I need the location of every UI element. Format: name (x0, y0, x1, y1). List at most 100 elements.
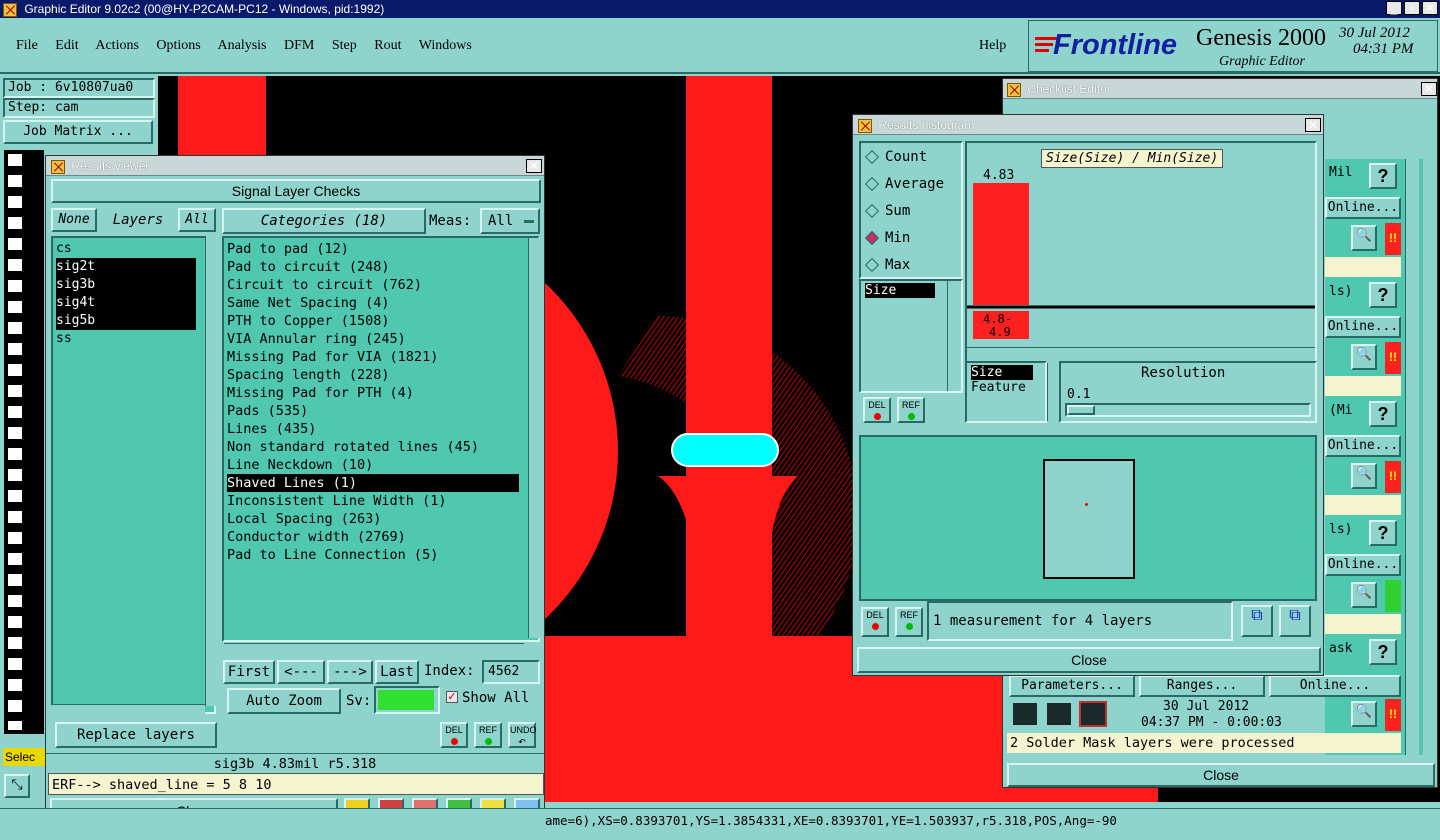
resolution-slider[interactable] (1065, 403, 1311, 417)
category-item[interactable]: Lines (435) (227, 420, 538, 438)
menu-edit[interactable]: Edit (55, 38, 78, 53)
menu-file[interactable]: File (16, 38, 38, 53)
online-button[interactable]: Online... (1325, 435, 1401, 457)
hist-ref-button[interactable]: REF (897, 397, 925, 423)
histogram-hscrollbar[interactable] (967, 347, 1315, 359)
axis-list[interactable]: Size Feature (965, 361, 1047, 423)
option-average[interactable]: Average (864, 176, 944, 192)
category-item[interactable]: Pad to pad (12) (227, 240, 538, 258)
index-input[interactable]: 4562 (482, 660, 540, 684)
menu-windows[interactable]: Windows (419, 38, 472, 53)
menu-help[interactable]: Help (979, 38, 1006, 54)
layers-list[interactable]: cs sig2t sig3b sig4t sig5b ss (51, 236, 216, 714)
layers-hscrollbar[interactable] (51, 704, 205, 716)
minimize-button[interactable]: _ (1386, 1, 1402, 15)
layer-item[interactable]: sig4t (56, 294, 196, 312)
checklist-close-button[interactable]: Close (1007, 763, 1435, 787)
category-item[interactable]: VIA Annular ring (245) (227, 330, 538, 348)
option-sum[interactable]: Sum (864, 203, 910, 219)
auto-zoom-dropdown[interactable]: Auto Zoom (227, 688, 341, 714)
stop-run-icon[interactable] (1079, 701, 1107, 727)
zoom-check-icon[interactable]: 🔍 (1351, 701, 1377, 727)
attribute-item[interactable]: Size (865, 283, 935, 298)
histogram-bar[interactable] (973, 183, 1029, 305)
help-button[interactable]: ? (1369, 163, 1397, 189)
menu-options[interactable]: Options (156, 38, 200, 53)
option-count[interactable]: Count (864, 149, 927, 165)
prev-button[interactable]: <--- (277, 660, 325, 684)
zoom-in-icon[interactable]: ⧉ (1241, 605, 1273, 637)
replace-layers-dropdown[interactable]: Replace layers (55, 722, 217, 748)
online-button[interactable]: Online... (1325, 197, 1401, 219)
histogram-close-button[interactable]: Close (857, 647, 1321, 673)
category-item[interactable]: Local Spacing (263) (227, 510, 538, 528)
menu-analysis[interactable]: Analysis (218, 38, 267, 53)
attribute-scrollbar[interactable] (947, 281, 959, 391)
categories-button[interactable]: Categories (18) (222, 208, 426, 234)
last-button[interactable]: Last (375, 660, 419, 684)
meas-dropdown[interactable]: All (480, 208, 540, 234)
results-viewer-close-icon[interactable]: ✕ (526, 159, 542, 173)
category-item-selected[interactable]: Shaved Lines (1) (227, 474, 519, 492)
menu-rout[interactable]: Rout (374, 38, 401, 53)
axis-item[interactable]: Size (971, 365, 1033, 380)
resolution-slider-thumb[interactable] (1067, 405, 1095, 415)
run-all-icon[interactable] (1045, 701, 1073, 727)
category-item[interactable]: Missing Pad for PTH (4) (227, 384, 538, 402)
axis-scrollbar[interactable] (1047, 363, 1059, 421)
maximize-button[interactable]: ▫ (1404, 1, 1420, 15)
zoom-check-icon[interactable]: 🔍 (1351, 225, 1377, 251)
online-button[interactable]: Online... (1269, 675, 1401, 697)
first-button[interactable]: First (223, 660, 275, 684)
zoom-out-icon[interactable]: ⧉ (1279, 605, 1311, 637)
category-item[interactable]: Pads (535) (227, 402, 538, 420)
category-item[interactable]: Inconsistent Line Width (1) (227, 492, 538, 510)
category-item[interactable]: Line Neckdown (10) (227, 456, 538, 474)
ranges-button[interactable]: Ranges... (1139, 675, 1265, 697)
ref-button[interactable]: REF (474, 722, 502, 748)
help-button[interactable]: ? (1369, 282, 1397, 308)
category-item[interactable]: PTH to Copper (1508) (227, 312, 538, 330)
help-button[interactable]: ? (1369, 401, 1397, 427)
layers-scrollbar[interactable] (205, 236, 217, 706)
preview-ref-button[interactable]: REF (895, 607, 923, 637)
categories-hscrollbar[interactable] (224, 643, 524, 655)
category-item[interactable]: Missing Pad for VIA (1821) (227, 348, 538, 366)
show-all-checkbox[interactable]: ✓ (446, 691, 458, 703)
close-button[interactable]: ✕ (1422, 1, 1438, 15)
layer-item[interactable]: sig5b (56, 312, 196, 330)
layer-item[interactable]: sig3b (56, 276, 196, 294)
hist-del-button[interactable]: DEL (863, 397, 891, 423)
categories-scrollbar[interactable] (528, 238, 540, 638)
layer-item[interactable]: sig2t (56, 258, 196, 276)
option-max[interactable]: Max (864, 257, 910, 273)
categories-list[interactable]: Pad to pad (12) Pad to circuit (248) Cir… (222, 236, 540, 642)
parameters-button[interactable]: Parameters... (1009, 675, 1135, 697)
histogram-close-icon[interactable]: ✕ (1305, 118, 1321, 132)
layer-item[interactable]: ss (56, 330, 214, 348)
online-button[interactable]: Online... (1325, 554, 1401, 576)
all-layers-button[interactable]: All (178, 208, 216, 232)
menu-step[interactable]: Step (332, 38, 357, 53)
none-button[interactable]: None (51, 208, 97, 232)
zoom-tool-icon[interactable]: ⤡ (4, 774, 30, 798)
checklist-scrollbar[interactable] (1405, 159, 1419, 755)
zoom-check-icon[interactable]: 🔍 (1351, 463, 1377, 489)
category-item[interactable]: Spacing length (228) (227, 366, 538, 384)
category-item[interactable]: Same Net Spacing (4) (227, 294, 538, 312)
axis-item[interactable]: Feature (971, 380, 1045, 395)
del-button[interactable]: DEL (440, 722, 468, 748)
checklist-close-icon[interactable]: ✕ (1421, 82, 1437, 96)
category-item[interactable]: Non standard rotated lines (45) (227, 438, 538, 456)
next-button[interactable]: ---> (327, 660, 373, 684)
menu-dfm[interactable]: DFM (284, 38, 314, 53)
online-button[interactable]: Online... (1325, 316, 1401, 338)
category-item[interactable]: Pad to circuit (248) (227, 258, 538, 276)
help-button[interactable]: ? (1369, 520, 1397, 546)
undo-button[interactable]: UNDO ↶ (508, 722, 537, 748)
select-label[interactable]: Selec (3, 748, 45, 766)
layer-item[interactable]: cs (56, 240, 214, 258)
help-button[interactable]: ? (1369, 639, 1397, 665)
option-min[interactable]: Min (864, 230, 910, 246)
zoom-check-icon[interactable]: 🔍 (1351, 582, 1377, 608)
